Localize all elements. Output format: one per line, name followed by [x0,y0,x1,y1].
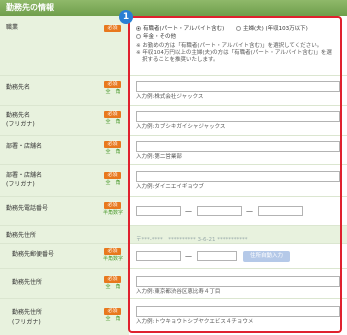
fullwidth-note: 全 角 [105,284,121,290]
address-kana-example: 入力例:トウキョウトシブヤクエビス４チョウメ [136,319,254,325]
auto-fill-address-button[interactable]: 住所自動入力 [243,251,290,262]
fullwidth-note: 全 角 [105,119,121,125]
option-employed[interactable]: 有職者(パート・アルバイト含む) [136,26,224,33]
employment-info-panel: 勤務先の情報 職業 必須 有職者(パート・アルバイト含む) 主婦(夫) (年収1… [0,0,347,335]
phone-input-3[interactable] [258,206,303,216]
row-address-kana: 勤務先住所 (フリガナ) 必須 全 角 入力例:トウキョウトシブヤクエビス４チョ… [0,299,347,335]
address-example: 入力例:東京都渋谷区恵比寿４丁目 [136,289,221,295]
company-kana-example: 入力例:カブシキガイシャジャックス [136,124,226,130]
row-department: 部署・店舗名 必須 全 角 入力例:第二営業部 [0,136,347,165]
company-kana-input[interactable] [136,111,340,122]
company-example: 入力例:株式会社ジャックス [136,94,204,100]
address-label: 勤務先住所 [12,279,43,286]
postal-separator: — [185,252,192,260]
company-kana-label: 勤務先名 [6,112,31,119]
required-badge: 必須 [104,202,121,209]
required-badge: 必須 [104,276,121,283]
address-kana-label: 勤務先住所 [12,309,43,316]
occupation-note-1: ※ お勤めの方は「有職者(パート・アルバイト含む)」を選択してください。 [136,43,323,49]
fullwidth-note: 全 角 [105,180,121,186]
radio-icon[interactable] [136,34,141,39]
phone-separator: — [246,207,253,215]
radio-selected-icon[interactable] [136,26,141,31]
fullwidth-note: 全 角 [105,316,121,322]
step-number-badge: 1 [119,10,133,24]
postal-label: 勤務先郵便番号 [12,251,55,258]
company-input[interactable] [136,81,340,92]
phone-input-1[interactable] [136,206,181,216]
required-badge: 必須 [104,141,121,148]
occupation-label: 職業 [6,24,19,31]
address-input[interactable] [136,276,340,287]
radio-icon[interactable] [236,26,241,31]
department-kana-label: 部署・店舗名 [6,172,43,179]
row-company: 勤務先名 必須 全 角 入力例:株式会社ジャックス [0,76,347,106]
fullwidth-note: 全 角 [105,149,121,155]
row-department-kana: 部署・店舗名 (フリガナ) 必須 全 角 入力例:ダイニエイギョウブ [0,165,347,197]
section-header: 勤務先の情報 [0,0,347,16]
department-kana-sublabel: (フリガナ) [6,181,35,188]
required-badge: 必須 [104,25,121,32]
required-badge: 必須 [104,111,121,118]
postal-input-2[interactable] [197,251,237,261]
occupation-note-3: 択することを推奨いたします。 [142,57,219,63]
halfwidth-digits-note: 半角数字 [102,210,123,216]
address-kana-sublabel: (フリガナ) [12,319,41,326]
row-phone: 勤務先電話番号 必須 半角数字 — — [0,197,347,226]
fullwidth-note: 全 角 [105,89,121,95]
phone-input-2[interactable] [197,206,242,216]
halfwidth-digits-note: 半角数字 [102,256,123,262]
required-badge: 必須 [104,81,121,88]
option-pension-other[interactable]: 年金・その他 [136,34,176,41]
option-homemaker[interactable]: 主婦(夫) (年収103万以下) [236,26,308,33]
department-example: 入力例:第二営業部 [136,154,182,160]
required-badge: 必須 [104,248,121,255]
department-kana-example: 入力例:ダイニエイギョウブ [136,184,204,190]
required-badge: 必須 [104,308,121,315]
phone-separator: — [185,207,192,215]
company-label: 勤務先名 [6,84,31,91]
occupation-note-2: ※ 年収104万円以上の主婦(夫)の方は「有職者(パート・アルバイト含む)」を選 [136,50,332,56]
postal-input-1[interactable] [136,251,181,261]
department-kana-input[interactable] [136,171,340,182]
row-company-kana: 勤務先名 (フリガナ) 必須 全 角 入力例:カブシキガイシャジャックス [0,106,347,136]
address-kana-input[interactable] [136,306,340,317]
row-occupation: 職業 必須 有職者(パート・アルバイト含む) 主婦(夫) (年収103万以下) … [0,16,347,76]
company-kana-sublabel: (フリガナ) [6,121,35,128]
address-bar-text: 〒***-**** ********** 3-6-21 *********** [136,237,248,243]
phone-label: 勤務先電話番号 [6,205,49,212]
department-input[interactable] [136,141,340,152]
row-address: 勤務先住所 必須 全 角 入力例:東京都渋谷区恵比寿４丁目 [0,269,347,299]
department-label: 部署・店舗名 [6,143,43,150]
required-badge: 必須 [104,172,121,179]
row-postal: 勤務先郵便番号 必須 半角数字 — [0,244,347,269]
address-section-label: 勤務先住所 [6,232,37,239]
